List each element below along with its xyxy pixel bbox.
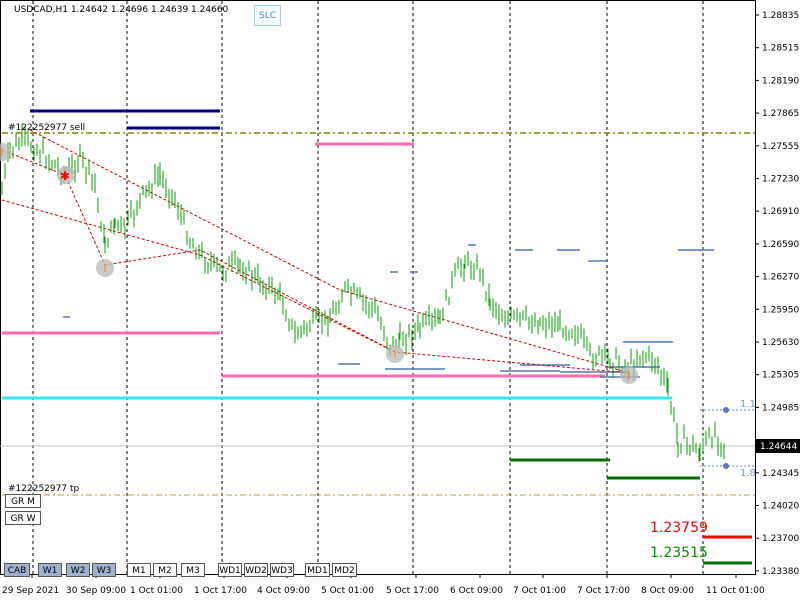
price-tick-label: 1.26590 xyxy=(762,240,799,250)
time-tick-label: 7 Oct 01:00 xyxy=(513,586,566,596)
projection-marker xyxy=(723,463,729,469)
button-wd3[interactable]: WD3 xyxy=(270,563,294,577)
price-tick-label: 1.28190 xyxy=(762,76,799,86)
time-tick-label: 5 Oct 01:00 xyxy=(321,586,374,596)
gr-m-button[interactable]: GR M xyxy=(5,494,41,508)
time-tick-label: 11 Oct 01:00 xyxy=(706,586,765,596)
button-w3[interactable]: W3 xyxy=(92,563,116,577)
side-level-label: 1.1 xyxy=(740,399,756,410)
button-w2[interactable]: W2 xyxy=(66,563,90,577)
price-tick-label: 1.26910 xyxy=(762,207,799,217)
sell-order-label: #122252977 sell xyxy=(8,123,86,133)
trend-line xyxy=(29,129,631,374)
price-tick-label: 1.23380 xyxy=(762,567,799,577)
time-tick-label: 5 Oct 17:00 xyxy=(386,586,439,596)
tp-order-label: #122252977 tp xyxy=(8,484,80,494)
button-wd2[interactable]: WD2 xyxy=(244,563,268,577)
price-tick-label: 1.24020 xyxy=(762,502,799,512)
trend-line xyxy=(1,199,396,353)
red-level-price: 1.23759 xyxy=(650,520,708,536)
time-tick-label: 30 Sep 09:00 xyxy=(66,586,126,596)
price-tick-label: 1.23700 xyxy=(762,534,799,544)
time-tick-label: 7 Oct 17:00 xyxy=(577,586,630,596)
side-level-label: 1.8 xyxy=(740,468,756,479)
chart-frame xyxy=(0,0,756,575)
projection-marker xyxy=(723,407,729,413)
symbol-header: USDCAD,H1 1.24642 1.24696 1.24639 1.2466… xyxy=(14,5,229,15)
price-tick-label: 1.25305 xyxy=(762,371,799,381)
price-chart-canvas[interactable]: 1.28835 1.28515 1.28190 1.27865 1.27555 1.272… xyxy=(0,0,800,600)
price-tick-label: 1.28515 xyxy=(762,44,799,54)
time-tick-label: 6 Oct 09:00 xyxy=(450,586,503,596)
button-md1[interactable]: MD1 xyxy=(305,563,330,577)
time-tick-label: 1 Oct 01:00 xyxy=(130,586,183,596)
price-tick-label: 1.25630 xyxy=(762,338,799,348)
slc-button[interactable]: SLC xyxy=(254,5,281,26)
button-m3[interactable]: M3 xyxy=(181,563,205,577)
current-price-label: 1.24644 xyxy=(760,442,797,452)
price-tick-label: 1.25950 xyxy=(762,305,799,315)
sell-marker: ✱ xyxy=(60,169,70,183)
price-tick-label: 1.28835 xyxy=(762,11,799,21)
price-tick-label: 1.27230 xyxy=(762,175,799,185)
button-cab[interactable]: CAB xyxy=(4,563,30,577)
time-tick-label: 4 Oct 09:00 xyxy=(257,586,310,596)
time-tick-label: 8 Oct 09:00 xyxy=(641,586,694,596)
chart-window[interactable]: 1.28835 1.28515 1.28190 1.27865 1.27555 1.272… xyxy=(0,0,800,600)
gr-w-button[interactable]: GR W xyxy=(5,511,41,525)
zigzag-trend-line xyxy=(1,149,631,374)
button-md2[interactable]: MD2 xyxy=(332,563,357,577)
green-level-price: 1.23515 xyxy=(650,545,708,561)
button-w1[interactable]: W1 xyxy=(38,563,62,577)
button-m1[interactable]: M1 xyxy=(127,563,151,577)
price-tick-label: 1.24985 xyxy=(762,403,799,413)
button-wd1[interactable]: WD1 xyxy=(218,563,242,577)
price-tick-label: 1.27555 xyxy=(762,142,799,152)
button-m2[interactable]: M2 xyxy=(153,563,177,577)
time-tick-label: 1 Oct 17:00 xyxy=(194,586,247,596)
price-tick-label: 1.26270 xyxy=(762,273,799,283)
price-tick-label: 1.24345 xyxy=(762,469,799,479)
time-tick-label: 29 Sep 2021 xyxy=(2,586,59,596)
price-tick-label: 1.27865 xyxy=(762,109,799,119)
